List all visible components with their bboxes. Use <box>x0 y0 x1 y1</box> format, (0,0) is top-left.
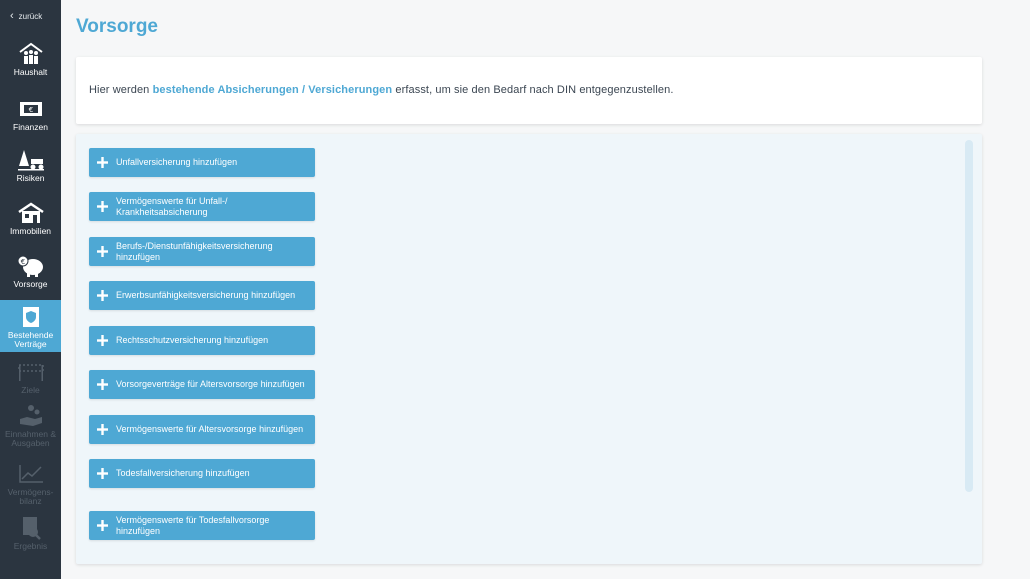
plus-icon <box>89 335 116 346</box>
button-label: Erwerbsunfähigkeitsversicherung hinzufüg… <box>116 290 296 301</box>
income-hand-icon <box>17 404 45 428</box>
sidebar-item-label: Bestehende Verträge <box>7 330 54 349</box>
button-label: Vorsorgeverträge für Altersvorsorge hinz… <box>116 379 305 390</box>
sidebar-item-label: Einnahmen & Ausgaben <box>4 429 57 448</box>
sidebar-item-ziele: Ziele <box>0 360 61 396</box>
plus-icon <box>89 520 116 531</box>
report-icon <box>17 516 45 540</box>
sidebar-item-einnahmen-ausgaben: Einnahmen & Ausgaben <box>0 404 61 454</box>
info-highlight: bestehende Absicherungen / Versicherunge… <box>152 84 393 96</box>
plus-icon <box>89 290 116 301</box>
risk-icon <box>17 148 45 172</box>
add-vermoegenswerte-unfall-button[interactable]: Vermögenswerte für Unfall-/ Krankheitsab… <box>89 192 315 221</box>
contract-shield-icon <box>17 305 45 329</box>
plus-icon <box>89 246 116 257</box>
scrollbar[interactable] <box>965 140 973 492</box>
finish-flag-icon <box>17 360 45 384</box>
plus-icon <box>89 379 116 390</box>
plus-icon <box>89 424 116 435</box>
piggy-bank-icon: € <box>17 254 45 278</box>
sidebar-item-haushalt[interactable]: Haushalt <box>0 42 61 82</box>
sidebar-item-vermoegensbilanz: Vermögens-bilanz <box>0 462 61 506</box>
add-erwerbsunfaehigkeit-button[interactable]: Erwerbsunfähigkeitsversicherung hinzufüg… <box>89 281 315 310</box>
add-rechtsschutz-button[interactable]: Rechtsschutzversicherung hinzufügen <box>89 326 315 355</box>
back-button[interactable]: ‹ zurück <box>0 6 61 26</box>
sidebar-item-label: Ziele <box>21 385 40 395</box>
add-altersvorsorge-vertraege-button[interactable]: Vorsorgeverträge für Altersvorsorge hinz… <box>89 370 315 399</box>
sidebar-item-label: Risiken <box>16 173 45 183</box>
add-berufsunfaehigkeit-button[interactable]: Berufs-/Dienstunfähigkeitsversicherung h… <box>89 237 315 266</box>
add-vermoegenswerte-alters-button[interactable]: Vermögenswerte für Altersvorsorge hinzuf… <box>89 415 315 444</box>
line-chart-icon <box>17 462 45 486</box>
back-label: zurück <box>18 11 43 21</box>
sidebar-item-label: Immobilien <box>9 226 52 236</box>
family-house-icon <box>17 42 45 66</box>
add-vermoegenswerte-todesfall-button[interactable]: Vermögenswerte für Todesfallvorsorge hin… <box>89 511 315 540</box>
house-icon <box>17 201 45 225</box>
button-label: Rechtsschutzversicherung hinzufügen <box>116 335 269 346</box>
add-todesfallversicherung-button[interactable]: Todesfallversicherung hinzufügen <box>89 459 315 488</box>
svg-text:€: € <box>20 258 24 266</box>
button-label: Vermögenswerte für Altersvorsorge hinzuf… <box>116 424 304 435</box>
plus-icon <box>89 157 116 168</box>
sidebar-item-label: Finanzen <box>13 122 48 132</box>
button-label: Vermögenswerte für Todesfallvorsorge hin… <box>116 515 270 536</box>
info-prefix: Hier werden <box>89 84 153 96</box>
sidebar: ‹ zurück Haushalt € Finanzen Risiken Imm… <box>0 0 61 579</box>
sidebar-item-label: Vermögens-bilanz <box>7 487 54 506</box>
sidebar-item-label: Vorsorge <box>13 279 48 289</box>
plus-icon <box>89 468 116 479</box>
sidebar-item-label: Ergebnis <box>13 541 48 551</box>
page-title: Vorsorge <box>76 16 159 37</box>
plus-icon <box>89 201 116 212</box>
chevron-left-icon: ‹ <box>10 9 14 22</box>
info-suffix: erfasst, um sie den Bedarf nach DIN entg… <box>392 84 674 96</box>
button-label: Unfallversicherung hinzufügen <box>116 157 238 168</box>
button-label: Vermögenswerte für Unfall-/ Krankheitsab… <box>116 196 228 217</box>
info-text: Hier werden bestehende Absicherungen / V… <box>89 84 674 96</box>
button-label: Berufs-/Dienstunfähigkeitsversicherung h… <box>116 241 273 262</box>
sidebar-item-vorsorge[interactable]: € Vorsorge <box>0 254 61 294</box>
sidebar-item-label: Haushalt <box>13 67 48 77</box>
sidebar-item-finanzen[interactable]: € Finanzen <box>0 97 61 135</box>
info-card: Hier werden bestehende Absicherungen / V… <box>76 57 982 124</box>
add-unfallversicherung-button[interactable]: Unfallversicherung hinzufügen <box>89 148 315 177</box>
sidebar-item-ergebnis: Ergebnis <box>0 516 61 556</box>
sidebar-item-risiken[interactable]: Risiken <box>0 148 61 188</box>
money-icon: € <box>17 97 45 121</box>
sidebar-item-immobilien[interactable]: Immobilien <box>0 201 61 241</box>
button-label: Todesfallversicherung hinzufügen <box>116 468 250 479</box>
svg-text:€: € <box>28 106 32 114</box>
sidebar-item-bestehende-vertraege[interactable]: Bestehende Verträge <box>0 300 61 352</box>
